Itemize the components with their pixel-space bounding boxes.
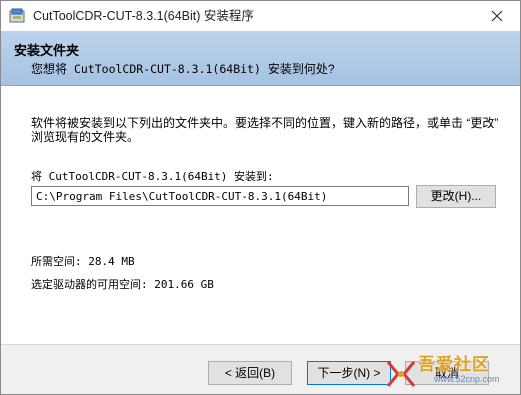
button-bar: < 返回(B) 下一步(N) > 取消 bbox=[1, 344, 520, 394]
change-button[interactable]: 更改(H)... bbox=[416, 185, 496, 208]
subtitle-product: CutToolCDR-CUT-8.3.1(64Bit) bbox=[73, 62, 261, 76]
subtitle-prefix: 您想将 bbox=[31, 62, 68, 76]
installer-app-icon bbox=[9, 8, 25, 23]
description-text: 软件将被安装到以下列出的文件夹中。要选择不同的位置，键入新的路径，或单击 “更改… bbox=[31, 116, 499, 144]
window-title: CutToolCDR-CUT-8.3.1(64Bit) 安装程序 bbox=[33, 9, 254, 23]
next-button[interactable]: 下一步(N) > bbox=[307, 361, 391, 385]
close-icon bbox=[491, 10, 503, 22]
page-subtitle: 您想将 CutToolCDR-CUT-8.3.1(64Bit) 安装到何处? bbox=[31, 60, 335, 77]
content-panel: 软件将被安装到以下列出的文件夹中。要选择不同的位置，键入新的路径，或单击 “更改… bbox=[1, 86, 520, 344]
install-path-input[interactable] bbox=[31, 186, 409, 206]
space-required-text: 所需空间: 28.4 MB bbox=[31, 255, 135, 268]
install-to-label: 将 CutToolCDR-CUT-8.3.1(64Bit) 安装到: bbox=[31, 170, 274, 183]
title-bar: CutToolCDR-CUT-8.3.1(64Bit) 安装程序 bbox=[1, 1, 520, 31]
page-title: 安装文件夹 bbox=[14, 43, 80, 58]
close-button[interactable] bbox=[474, 1, 520, 31]
header-banner: 安装文件夹 您想将 CutToolCDR-CUT-8.3.1(64Bit) 安装… bbox=[1, 31, 520, 86]
subtitle-suffix: 安装到何处? bbox=[267, 62, 335, 76]
space-available-text: 选定驱动器的可用空间: 201.66 GB bbox=[31, 278, 214, 291]
cancel-button[interactable]: 取消 bbox=[405, 361, 489, 385]
installer-window: CutToolCDR-CUT-8.3.1(64Bit) 安装程序 安装文件夹 您… bbox=[0, 0, 521, 395]
back-button[interactable]: < 返回(B) bbox=[208, 361, 292, 385]
